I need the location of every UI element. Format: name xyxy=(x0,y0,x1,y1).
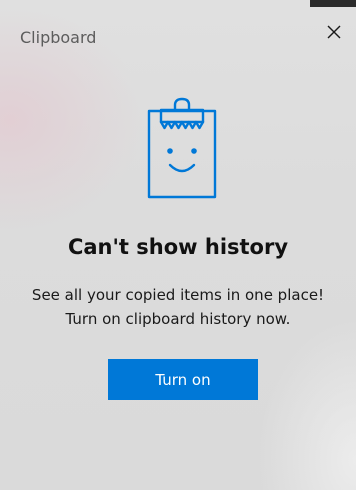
empty-state-description: See all your copied items in one place! … xyxy=(0,283,356,331)
empty-state-heading: Can't show history xyxy=(67,235,289,259)
clipboard-panel: Clipboard Can't show history See all you… xyxy=(0,0,356,490)
close-icon[interactable] xyxy=(327,25,341,39)
close-button[interactable] xyxy=(320,18,348,46)
turn-on-button[interactable]: Turn on xyxy=(108,359,258,400)
description-line-2: Turn on clipboard history now. xyxy=(65,310,291,328)
window-edge xyxy=(310,0,356,7)
panel-title: Clipboard xyxy=(20,28,97,47)
clipboard-smile-icon xyxy=(147,97,217,199)
description-line-1: See all your copied items in one place! xyxy=(31,286,325,304)
